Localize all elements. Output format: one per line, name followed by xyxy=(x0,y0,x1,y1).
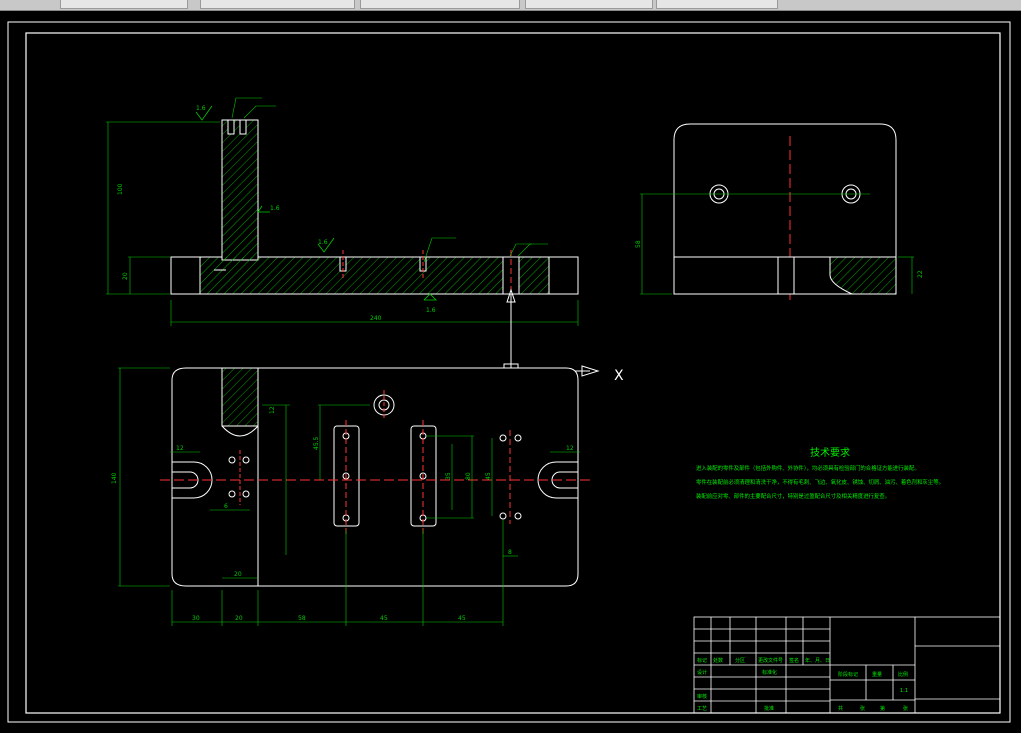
front-base-dim: 20 xyxy=(122,272,129,280)
drawing-tab-1[interactable] xyxy=(60,0,188,9)
side-base-dim: 22 xyxy=(917,270,924,278)
plan-dim-v4: 45 xyxy=(485,472,492,480)
tb-mark: 标记 xyxy=(697,657,707,664)
tb-sheets-total: 共 xyxy=(838,705,843,712)
roughness-2: 1.6 xyxy=(318,239,328,246)
front-height-dim: 100 xyxy=(117,183,124,195)
plan-dim-small: 8 xyxy=(508,549,512,556)
plan-dim-bottom-small: 20 xyxy=(234,571,242,578)
tech-line-1: 进入装配的零件及部件（包括外购件、外协件），均必须具有检验部门的合格证方能进行装… xyxy=(696,464,920,472)
tech-line-2: 零件在装配前必须清理和清洗干净，不得有毛刺、飞边、氧化皮、锈蚀、切屑、油污、着色… xyxy=(696,478,944,486)
tb-sheet-no: 第 xyxy=(880,705,885,712)
front-base-section xyxy=(200,257,578,294)
tb-date: 年、月、日 xyxy=(805,657,830,664)
plan-height-dim: 140 xyxy=(111,472,118,484)
roughness-3: 1.6 xyxy=(270,205,280,212)
title-block xyxy=(693,616,1001,714)
roughness-4: 1.6 xyxy=(426,307,436,314)
technical-requirements: 技术要求 进入装配的零件及部件（包括外购件、外协件），均必须具有检验部门的合格证… xyxy=(696,446,944,500)
roughness-1: 1.6 xyxy=(196,105,206,112)
side-view[interactable]: 58 22 xyxy=(635,123,924,300)
plan-dim-b1: 30 xyxy=(192,615,200,622)
tb-weight: 重量 xyxy=(872,671,882,678)
plan-dim-top-right: 12 xyxy=(566,445,574,452)
plan-dim-top-left: 12 xyxy=(176,445,184,452)
plan-dim-small2: 12 xyxy=(269,406,276,414)
tech-line-3: 装配前应对零、部件的主要配合尺寸，特别是过盈配合尺寸及相关精度进行复查。 xyxy=(696,492,890,500)
tb-zone: 分区 xyxy=(735,657,745,664)
plan-dim-b4: 45 xyxy=(380,615,388,622)
tb-review: 审核 xyxy=(697,693,707,700)
plan-dim-b5: 45 xyxy=(458,615,466,622)
front-width-dim: 240 xyxy=(370,315,382,322)
side-height-dim: 58 xyxy=(635,240,642,248)
tb-scale: 比例 xyxy=(898,671,908,678)
drawing-tab-3[interactable] xyxy=(360,0,520,9)
plan-dim-b3: 58 xyxy=(298,615,306,622)
front-upright-section xyxy=(221,119,259,261)
tb-scale-value: 1:1 xyxy=(900,688,908,694)
plan-dim-b2: 20 xyxy=(235,615,243,622)
tech-title: 技术要求 xyxy=(810,446,850,459)
tb-count: 处数 xyxy=(713,657,723,664)
front-view[interactable]: 100 20 240 1.6 1.6 1.6 1.6 X xyxy=(106,97,624,384)
tb-sheets-unit-1: 张 xyxy=(860,705,865,712)
drawing-tab-2[interactable] xyxy=(200,0,355,9)
tb-stage: 阶段标记 xyxy=(838,671,858,678)
tb-sign: 签名 xyxy=(789,657,799,664)
plan-dim-v2: 80 xyxy=(465,472,472,480)
tb-process: 工艺 xyxy=(697,706,707,712)
tb-sheets-unit-2: 张 xyxy=(903,705,908,712)
plan-view[interactable]: 140 30 20 58 45 45 12 12 45.5 80 35 45 8… xyxy=(111,367,590,626)
axis-x-label: X xyxy=(614,368,624,384)
cad-drawing-canvas[interactable]: 100 20 240 1.6 1.6 1.6 1.6 X 58 22 140 3… xyxy=(0,10,1021,733)
plan-dim-v1: 45.5 xyxy=(313,436,320,450)
tb-change-doc: 更改文件号 xyxy=(758,657,783,664)
plan-dim-bottom-left: 6 xyxy=(224,503,228,510)
plan-dim-v3: 35 xyxy=(445,472,452,480)
drawing-tab-5[interactable] xyxy=(656,0,778,9)
tb-approve: 批准 xyxy=(764,705,774,712)
tb-design: 设计 xyxy=(697,669,707,676)
drawing-tab-4[interactable] xyxy=(525,0,653,9)
tb-standard: 标准化 xyxy=(762,669,777,676)
